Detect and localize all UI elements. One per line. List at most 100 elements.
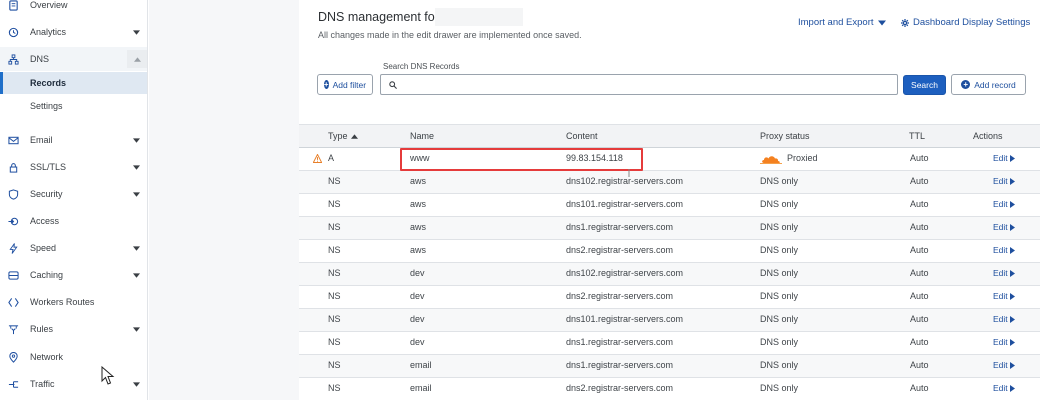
shield-icon (7, 188, 19, 200)
document-icon (7, 0, 19, 11)
sidebar-item-overview[interactable]: Overview (0, 0, 147, 17)
table-row[interactable]: NS dev dns2.registrar-servers.com DNS on… (299, 286, 1040, 309)
edit-label: Edit (993, 176, 1008, 186)
search-input[interactable] (403, 79, 883, 90)
chevron-down-icon[interactable] (132, 136, 140, 144)
table-row[interactable]: NS dev dns1.registrar-servers.com DNS on… (299, 332, 1040, 355)
chevron-down-icon[interactable] (132, 271, 140, 279)
sidebar-item-caching[interactable]: Caching (0, 263, 147, 287)
edit-button[interactable]: Edit (993, 291, 1015, 301)
chevron-down-icon[interactable] (132, 28, 140, 36)
cell-ttl: Auto (910, 222, 929, 232)
sidebar-item-network[interactable]: Network (0, 345, 147, 369)
sidebar-item-label: Speed (30, 243, 57, 253)
sidebar-item-traffic[interactable]: Traffic (0, 372, 147, 396)
sidebar-item-workers-routes[interactable]: Workers Routes (0, 290, 147, 314)
cell-type: NS (328, 268, 341, 278)
cell-name: aws (410, 245, 427, 255)
sidebar-item-dns[interactable]: DNS (0, 47, 147, 71)
edit-button[interactable]: Edit (993, 268, 1015, 278)
edit-button[interactable]: Edit (993, 314, 1015, 324)
page-subtitle: All changes made in the edit drawer are … (318, 30, 582, 40)
sidebar-item-security[interactable]: Security (0, 182, 147, 206)
cell-proxy-status: DNS only (760, 314, 799, 324)
sidebar-subitem-settings[interactable]: Settings (0, 95, 147, 117)
table-row[interactable]: NS email dns1.registrar-servers.com DNS … (299, 355, 1040, 378)
cell-proxy-status: Proxied (787, 153, 818, 163)
column-header-proxy-status: Proxy status (760, 131, 810, 141)
table-row[interactable]: NS aws dns102.registrar-servers.com DNS … (299, 171, 1040, 194)
chevron-down-icon[interactable] (132, 244, 140, 252)
dashboard-display-settings-link[interactable]: Dashboard Display Settings (901, 17, 1030, 28)
column-header-ttl: TTL (909, 131, 926, 141)
cell-content: dns101.registrar-servers.com (566, 314, 684, 324)
add-record-button[interactable]: + Add record (951, 74, 1026, 95)
add-filter-button[interactable]: + Add filter (317, 74, 373, 95)
column-header-actions: Actions (973, 131, 1003, 141)
edit-button[interactable]: Edit (993, 199, 1015, 209)
chevron-down-icon[interactable] (132, 163, 140, 171)
chevron-down-icon[interactable] (132, 325, 140, 333)
cell-content: dns102.registrar-servers.com (566, 268, 684, 278)
edit-button[interactable]: Edit (993, 337, 1015, 347)
table-row[interactable]: NS aws dns101.registrar-servers.com DNS … (299, 194, 1040, 217)
cell-ttl: Auto (910, 245, 929, 255)
cell-name: dev (410, 268, 425, 278)
edit-label: Edit (993, 291, 1008, 301)
table-row[interactable]: NS dev dns102.registrar-servers.com DNS … (299, 263, 1040, 286)
edit-button[interactable]: Edit (993, 360, 1015, 370)
cell-ttl: Auto (910, 268, 929, 278)
sidebar-item-label: Workers Routes (30, 297, 95, 307)
table-row[interactable]: NS aws dns1.registrar-servers.com DNS on… (299, 217, 1040, 240)
proxied-cloud-icon (760, 156, 782, 164)
edit-button[interactable]: Edit (993, 222, 1015, 232)
cell-content: dns2.registrar-servers.com (566, 291, 674, 301)
cell-proxy-status: DNS only (760, 245, 799, 255)
cell-name: aws (410, 199, 427, 209)
cell-name: aws (410, 222, 427, 232)
sidebar-item-access[interactable]: Access (0, 209, 147, 233)
edit-button[interactable]: Edit (993, 176, 1015, 186)
table-row[interactable]: NS dev dns101.registrar-servers.com DNS … (299, 309, 1040, 332)
cell-ttl: Auto (910, 153, 929, 163)
sidebar-item-email[interactable]: Email (0, 128, 147, 152)
table-header: Type Name Content Proxy status TTL Actio… (299, 124, 1040, 148)
edit-button[interactable]: Edit (993, 153, 1015, 163)
edit-button[interactable]: Edit (993, 245, 1015, 255)
cell-name: dev (410, 291, 425, 301)
column-header-label: Type (328, 131, 348, 141)
sidebar: Overview Analytics DNS Records Settings … (0, 0, 148, 400)
sidebar-item-speed[interactable]: Speed (0, 236, 147, 260)
sidebar-item-rules[interactable]: Rules (0, 317, 147, 341)
filter-icon (7, 323, 19, 335)
edit-button[interactable]: Edit (993, 383, 1015, 393)
cell-proxy-status: DNS only (760, 176, 799, 186)
edit-label: Edit (993, 337, 1008, 347)
traffic-icon (7, 378, 19, 390)
chevron-down-icon[interactable] (132, 380, 140, 388)
cell-ttl: Auto (910, 176, 929, 186)
mouse-cursor-icon (101, 366, 115, 385)
sidebar-item-analytics[interactable]: Analytics (0, 20, 147, 44)
table-row[interactable]: NS email dns2.registrar-servers.com DNS … (299, 378, 1040, 400)
cell-type: NS (328, 291, 341, 301)
cell-proxy-status: DNS only (760, 199, 799, 209)
search-button[interactable]: Search (903, 75, 946, 95)
chevron-up-icon[interactable] (127, 50, 147, 68)
chevron-down-icon[interactable] (132, 190, 140, 198)
clock-icon (7, 26, 19, 38)
cell-ttl: Auto (910, 199, 929, 209)
cell-proxy-status: DNS only (760, 291, 799, 301)
content-gutter (149, 0, 299, 400)
sidebar-item-label: SSL/TLS (30, 162, 67, 172)
table-row[interactable]: NS aws dns2.registrar-servers.com DNS on… (299, 240, 1040, 263)
add-filter-label: Add filter (332, 79, 367, 90)
cell-name: aws (410, 176, 427, 186)
sidebar-item-ssl-tls[interactable]: SSL/TLS (0, 155, 147, 179)
column-header-type[interactable]: Type (328, 131, 358, 141)
import-export-link[interactable]: Import and Export (798, 17, 886, 28)
search-field[interactable] (380, 74, 898, 95)
sidebar-subitem-records[interactable]: Records (0, 72, 147, 94)
sidebar-item-label: Network (30, 352, 64, 362)
column-header-name: Name (410, 131, 435, 141)
